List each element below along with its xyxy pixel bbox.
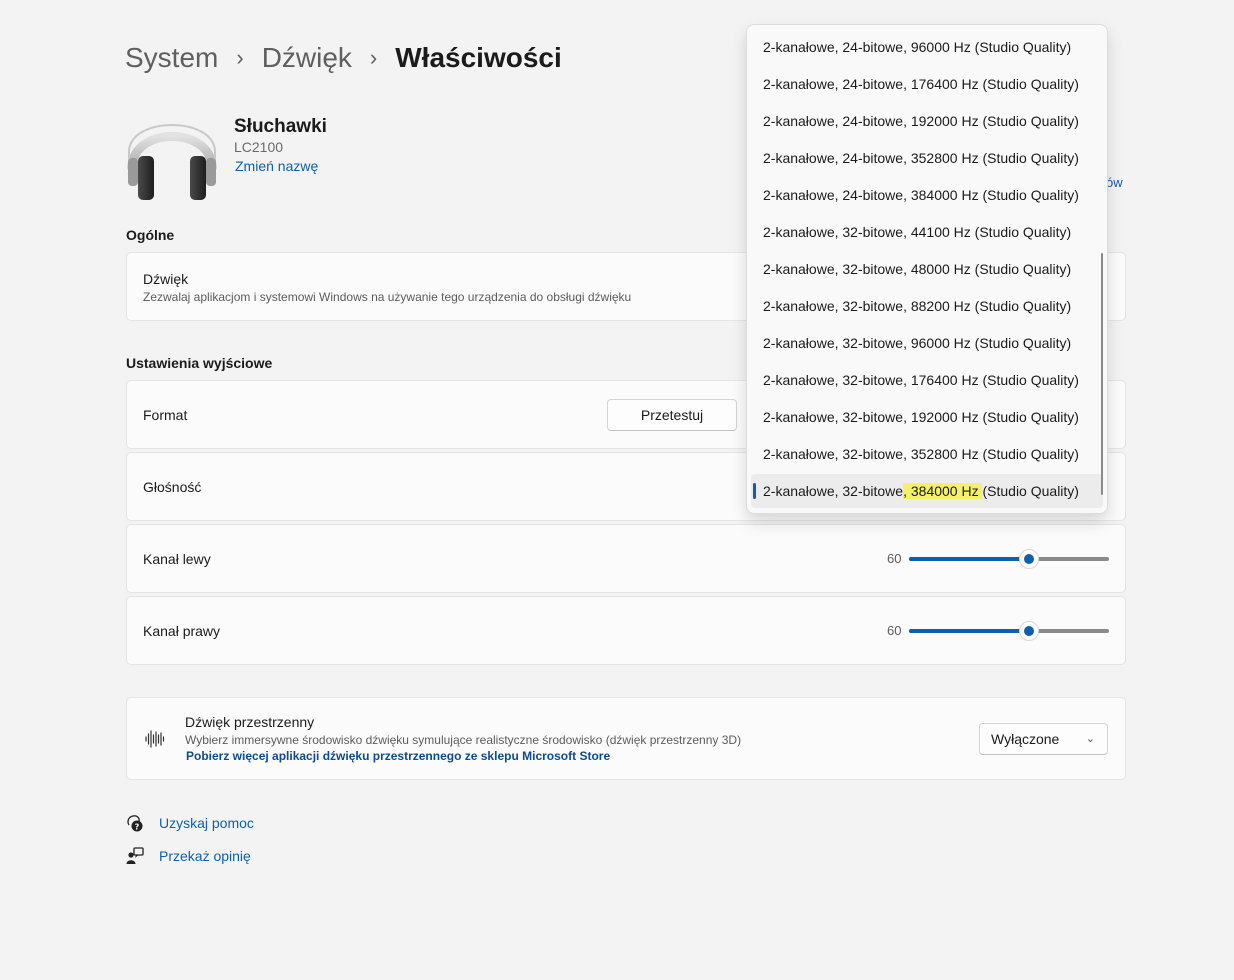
store-link[interactable]: Pobierz więcej aplikacji dźwięku przestr… [186,749,610,763]
right-channel-slider[interactable] [909,621,1109,641]
format-option-selected[interactable]: 2-kanałowe, 32-bitowe, 384000 Hz (Studio… [751,474,1103,508]
chevron-down-icon: ⌄ [1085,733,1095,745]
spatial-sound-title: Dźwięk przestrzenny [185,714,315,730]
volume-label: Głośność [143,479,202,495]
feedback-icon [126,847,144,864]
device-name: Słuchawki [234,116,327,137]
help-row[interactable]: ? Uzyskaj pomoc [126,814,254,832]
right-channel-slider-fill [909,629,1029,633]
feedback-link[interactable]: Przekaż opinię [159,848,251,864]
format-option[interactable]: 2-kanałowe, 32-bitowe, 352800 Hz (Studio… [751,437,1103,471]
format-option[interactable]: 2-kanałowe, 32-bitowe, 88200 Hz (Studio … [751,289,1103,323]
spatial-sound-description: Wybierz immersywne środowisko dźwięku sy… [185,733,742,747]
obscured-link[interactable]: ów [1106,175,1123,190]
format-option[interactable]: 2-kanałowe, 24-bitowe, 352800 Hz (Studio… [751,141,1103,175]
spatial-sound-card: Dźwięk przestrzenny Wybierz immersywne ś… [126,697,1126,780]
help-icon: ? [127,815,143,832]
selected-option-prefix: 2-kanałowe, 32-bitowe [763,483,904,499]
spatial-sound-select-value: Wyłączone [991,731,1060,747]
section-output: Ustawienia wyjściowe [126,355,273,371]
format-option[interactable]: 2-kanałowe, 32-bitowe, 192000 Hz (Studio… [751,400,1103,434]
soundwave-icon [145,730,165,748]
format-option[interactable]: 2-kanałowe, 24-bitowe, 96000 Hz (Studio … [751,30,1103,64]
page-title: Właściwości [395,42,562,73]
format-option[interactable]: 2-kanałowe, 32-bitowe, 48000 Hz (Studio … [751,252,1103,286]
left-channel-slider-thumb[interactable] [1019,549,1039,569]
sound-card-description: Zezwalaj aplikacjom i systemowi Windows … [143,290,632,304]
left-channel-card: Kanał lewy 60 [126,524,1126,593]
right-channel-slider-thumb[interactable] [1019,621,1039,641]
format-option[interactable]: 2-kanałowe, 32-bitowe, 44100 Hz (Studio … [751,215,1103,249]
rename-link[interactable]: Zmień nazwę [235,158,318,174]
section-general: Ogólne [126,227,175,243]
format-option[interactable]: 2-kanałowe, 24-bitowe, 384000 Hz (Studio… [751,178,1103,212]
format-option[interactable]: 2-kanałowe, 24-bitowe, 176400 Hz (Studio… [751,67,1103,101]
right-channel-label: Kanał prawy [143,623,221,639]
test-button[interactable]: Przetestuj [607,399,737,431]
right-channel-value: 60 [887,623,902,638]
spatial-sound-select[interactable]: Wyłączone ⌄ [979,723,1108,755]
format-option[interactable]: 2-kanałowe, 32-bitowe, 96000 Hz (Studio … [751,326,1103,360]
format-label: Format [143,407,188,423]
format-dropdown-list: 2-kanałowe, 24-bitowe, 96000 Hz (Studio … [746,24,1108,514]
svg-text:?: ? [135,823,140,832]
selected-option-suffix: (Studio Quality) [982,483,1079,499]
format-option[interactable]: 2-kanałowe, 24-bitowe, 192000 Hz (Studio… [751,104,1103,138]
breadcrumb-sound[interactable]: Dźwięk [262,38,352,78]
left-channel-slider-fill [909,557,1029,561]
selected-option-highlight: , 384000 Hz [903,483,983,499]
breadcrumb: System › Dźwięk › Właściwości [125,38,562,78]
left-channel-value: 60 [887,551,902,566]
device-model: LC2100 [234,139,284,155]
help-link[interactable]: Uzyskaj pomoc [159,815,254,831]
left-channel-label: Kanał lewy [143,551,211,567]
feedback-row[interactable]: Przekaż opinię [126,847,251,865]
left-channel-slider[interactable] [909,549,1109,569]
format-option[interactable]: 2-kanałowe, 32-bitowe, 176400 Hz (Studio… [751,363,1103,397]
breadcrumb-separator: › [236,45,244,70]
breadcrumb-separator: › [369,45,378,70]
dropdown-scrollbar[interactable] [1101,253,1103,495]
breadcrumb-system[interactable]: System [125,38,218,78]
headphones-icon [127,124,217,200]
right-channel-card: Kanał prawy 60 [126,596,1126,665]
sound-card-title: Dźwięk [143,271,189,287]
